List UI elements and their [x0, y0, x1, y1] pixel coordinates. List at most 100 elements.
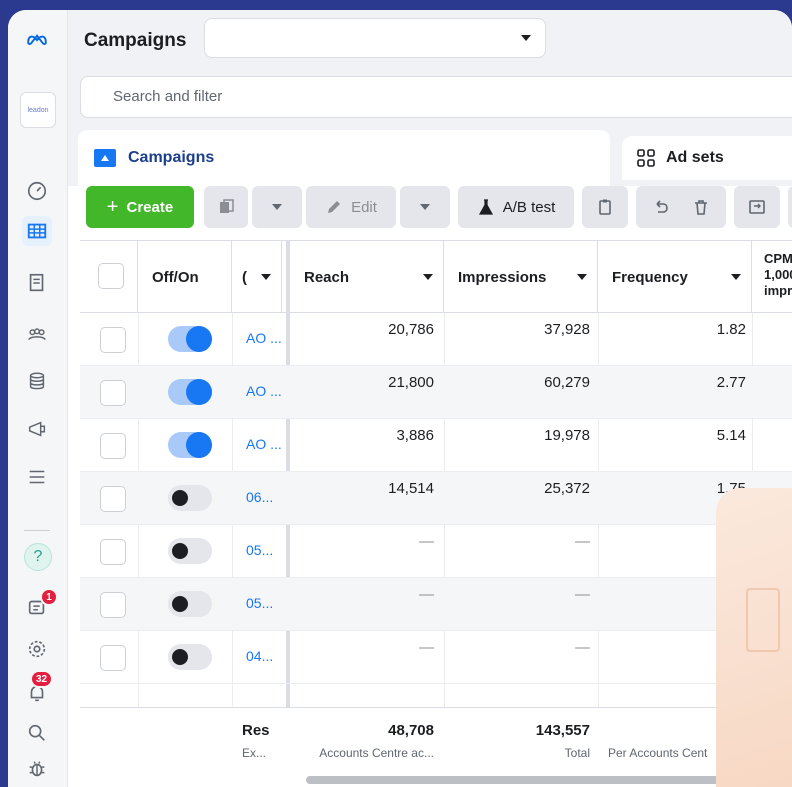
col-header-cpm[interactable]: CPM 1,000 impre	[752, 241, 792, 312]
campaign-toggle[interactable]	[168, 538, 212, 564]
campaign-name-link[interactable]: 06...	[246, 489, 273, 505]
edit-dropdown-button[interactable]	[400, 186, 450, 228]
account-logo[interactable]: leadon	[20, 92, 56, 128]
undo-delete-group	[636, 186, 726, 228]
undo-icon[interactable]	[652, 198, 670, 216]
toggle-knob	[172, 649, 188, 665]
clipboard-icon	[599, 199, 611, 215]
footer-results-label: Res	[242, 722, 270, 739]
row-checkbox[interactable]	[100, 539, 126, 565]
edit-button[interactable]: Edit	[306, 186, 396, 228]
impressions-cell: —	[575, 533, 590, 550]
table-row[interactable]: AO ... 21,800 60,279 2.77	[80, 366, 792, 419]
row-checkbox[interactable]	[100, 327, 126, 353]
col-header-reach[interactable]: Reach	[290, 241, 444, 313]
row-checkbox[interactable]	[100, 433, 126, 459]
level-tabs: Campaigns Ad sets	[68, 130, 792, 186]
pages-icon[interactable]	[22, 268, 52, 298]
menu-icon[interactable]	[22, 462, 52, 492]
billing-coins-icon[interactable]	[22, 366, 52, 396]
meta-logo-icon[interactable]	[22, 24, 52, 54]
plus-icon: +	[106, 195, 119, 218]
audiences-icon[interactable]	[22, 320, 52, 350]
campaign-name-link[interactable]: AO ...	[246, 330, 282, 346]
toggle-knob	[172, 543, 188, 559]
edit-button-label: Edit	[351, 198, 377, 216]
col-header-impressions[interactable]: Impressions	[444, 241, 598, 313]
chevron-down-icon	[420, 204, 430, 210]
decorative-overlay	[716, 488, 792, 787]
campaign-toggle[interactable]	[168, 432, 212, 458]
col-header-frequency[interactable]: Frequency	[598, 241, 752, 313]
more-actions-button[interactable]	[788, 186, 792, 228]
campaign-name-link[interactable]: 04...	[246, 648, 273, 664]
col-header-cpm-label: CPM 1,000 impre	[764, 251, 792, 298]
pencil-icon	[328, 201, 341, 213]
rail-divider	[24, 530, 50, 531]
bug-report-icon[interactable]	[22, 754, 52, 784]
table-row[interactable]: 05... — —	[80, 525, 792, 578]
col-header-campaign[interactable]: (	[232, 241, 282, 313]
footer-impressions-sub: Total	[564, 746, 590, 760]
campaign-name-link[interactable]: 05...	[246, 542, 273, 558]
chevron-down-icon	[423, 274, 433, 280]
table-row[interactable]: 05... — —	[80, 578, 792, 631]
campaign-name-link[interactable]: AO ...	[246, 436, 282, 452]
clipboard-button[interactable]	[582, 186, 628, 228]
select-all-column	[80, 241, 138, 312]
impressions-cell: 37,928	[544, 321, 590, 338]
page-title: Campaigns	[84, 30, 187, 51]
campaign-toggle[interactable]	[168, 591, 212, 617]
action-toolbar: + Create Edit A/B test	[68, 186, 792, 240]
settings-gear-icon[interactable]	[22, 634, 52, 664]
select-all-checkbox[interactable]	[98, 263, 124, 289]
reach-cell: 3,886	[396, 427, 434, 444]
campaign-name-link[interactable]: AO ...	[246, 383, 282, 399]
tab-campaigns[interactable]: Campaigns	[78, 130, 610, 186]
search-icon[interactable]	[22, 718, 52, 748]
duplicate-dropdown-button[interactable]	[252, 186, 302, 228]
chevron-down-icon	[272, 204, 282, 210]
trash-icon[interactable]	[692, 198, 710, 216]
ab-test-button[interactable]: A/B test	[458, 186, 574, 228]
impressions-cell: 60,279	[544, 374, 590, 391]
tab-ad-sets[interactable]: Ad sets	[622, 136, 792, 180]
help-icon[interactable]: ?	[24, 543, 52, 571]
search-filter-input[interactable]: Search and filter	[80, 76, 792, 118]
create-button[interactable]: + Create	[86, 186, 194, 228]
footer-reach-sub: Accounts Centre ac...	[319, 746, 434, 760]
toggle-knob	[186, 326, 212, 352]
frequency-cell: 5.14	[716, 427, 746, 444]
row-checkbox[interactable]	[100, 592, 126, 618]
account-dropdown[interactable]	[204, 18, 546, 58]
row-checkbox[interactable]	[100, 645, 126, 671]
table-row[interactable]: AO ... 3,886 19,978 5.14	[80, 419, 792, 472]
megaphone-icon[interactable]	[22, 414, 52, 444]
dashboard-gauge-icon[interactable]	[22, 176, 52, 206]
horizontal-scrollbar[interactable]	[306, 776, 746, 784]
toggle-knob	[186, 379, 212, 405]
table-row[interactable]: 04... — —	[80, 631, 792, 684]
col-header-off-on-label: Off/On	[152, 268, 199, 286]
campaign-toggle[interactable]	[168, 644, 212, 670]
footer-results-sub: Ex...	[242, 746, 267, 760]
campaign-toggle[interactable]	[168, 379, 212, 405]
campaign-toggle[interactable]	[168, 326, 212, 352]
toggle-knob	[186, 432, 212, 458]
table-row[interactable]: 06...14,51425,3721.75	[80, 472, 792, 525]
create-button-label: Create	[126, 198, 174, 216]
duplicate-button[interactable]	[204, 186, 248, 228]
folder-icon	[94, 149, 116, 167]
col-header-off-on[interactable]: Off/On	[138, 241, 232, 313]
account-logo-text: leadon	[27, 106, 49, 114]
campaigns-table-icon[interactable]	[22, 216, 52, 246]
rules-button[interactable]	[734, 186, 780, 228]
table-row[interactable]: AO ... 20,786 37,928 1.82	[80, 313, 792, 366]
reach-cell: 20,786	[388, 321, 434, 338]
campaign-toggle[interactable]	[168, 485, 212, 511]
campaign-name-link[interactable]: 05...	[246, 595, 273, 611]
footer-impressions-total: 143,557	[535, 722, 590, 739]
row-checkbox[interactable]	[100, 380, 126, 406]
top-bar: Campaigns	[68, 10, 792, 66]
row-checkbox[interactable]	[100, 486, 126, 512]
